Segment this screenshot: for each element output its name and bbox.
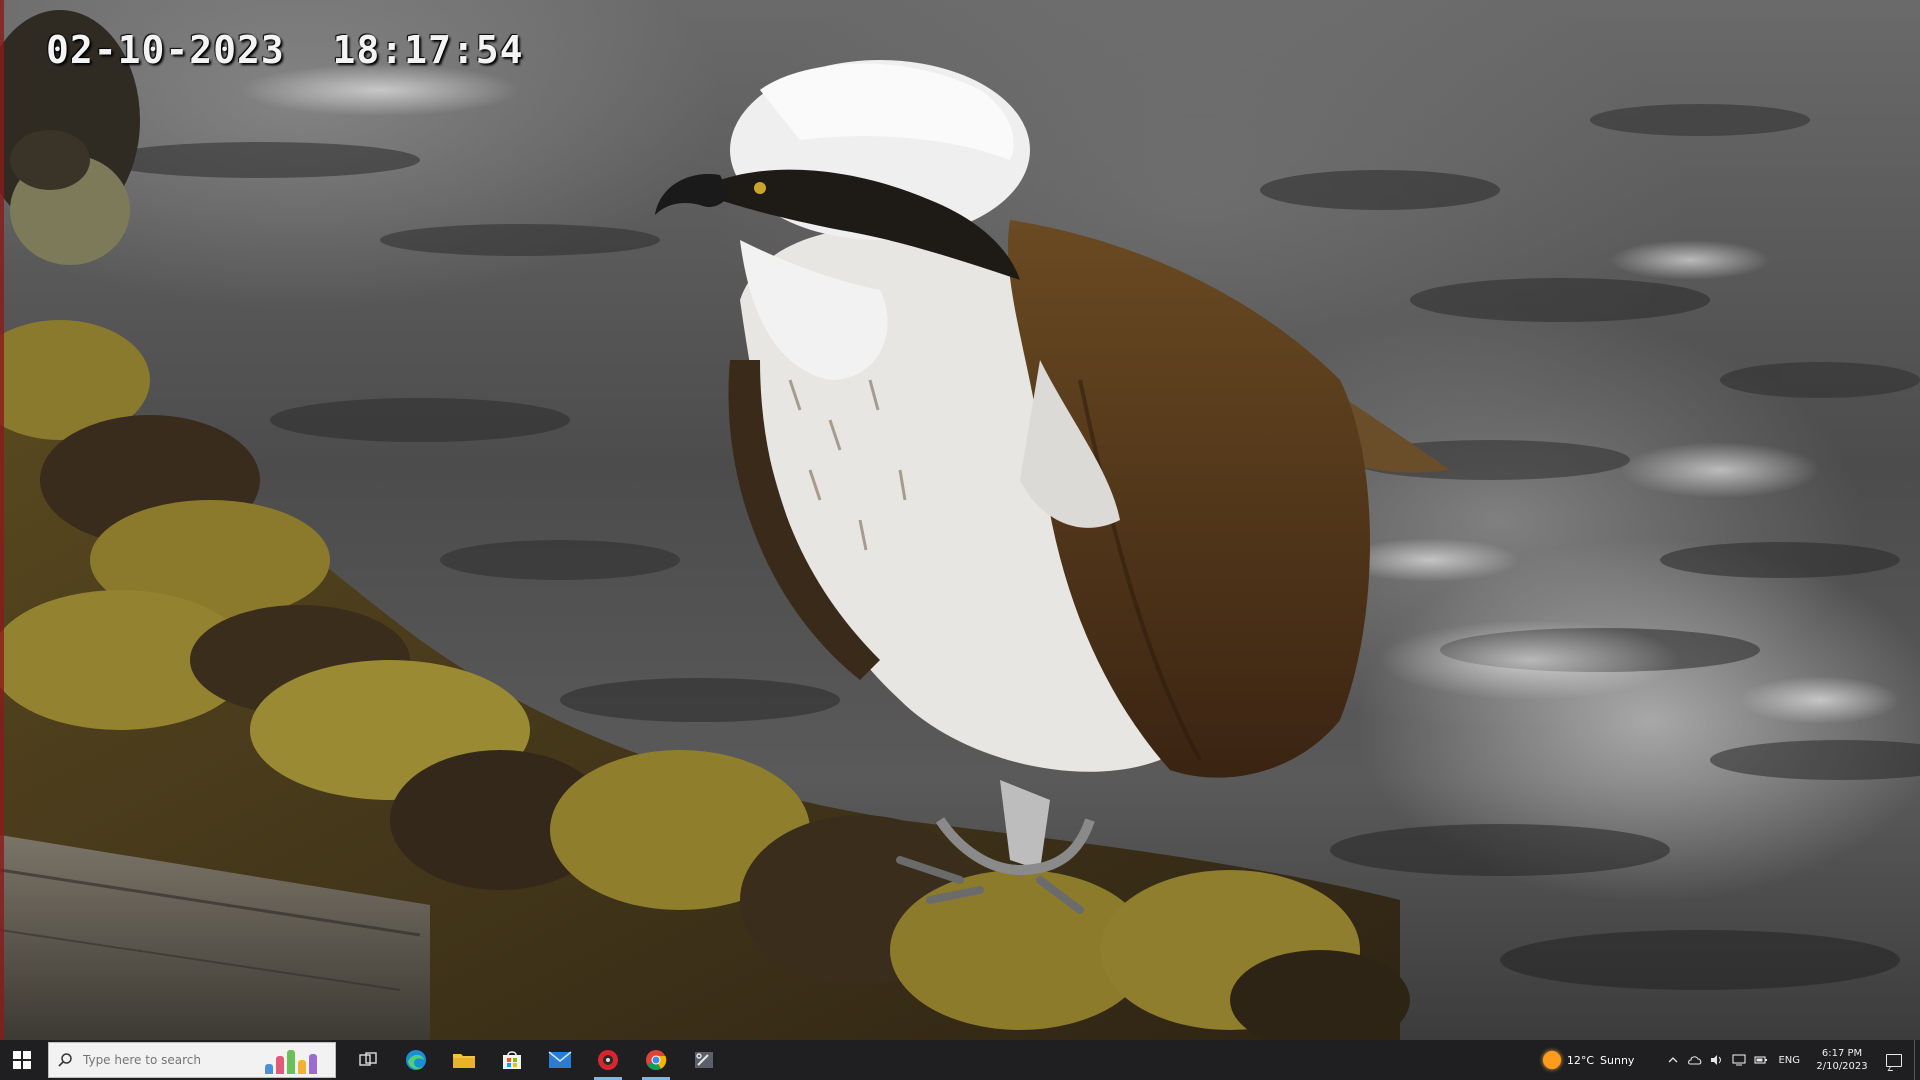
taskbar-search-box[interactable] [48,1042,336,1078]
snipping-tool-button[interactable] [680,1040,728,1080]
microsoft-store-button[interactable] [488,1040,536,1080]
sun-icon [1542,1051,1561,1069]
network-icon[interactable] [1728,1040,1750,1080]
notification-center-button[interactable] [1874,1040,1914,1080]
mail-button[interactable] [536,1040,584,1080]
mail-icon [548,1051,572,1068]
weather-condition: Sunny [1600,1053,1635,1067]
feed-left-border [0,0,4,1040]
file-explorer-button[interactable] [440,1040,488,1080]
show-desktop-button[interactable] [1914,1040,1920,1080]
chrome-button[interactable] [632,1040,680,1080]
chevron-up-icon[interactable] [1662,1040,1684,1080]
search-input[interactable] [81,1052,265,1068]
weather-temperature: 12°C [1566,1053,1595,1067]
red-circle-app-icon [598,1050,618,1070]
folder-icon [453,1054,475,1068]
edge-icon [406,1050,426,1070]
system-tray: 12°C Sunny ENG 6:17 PM 2/10/2023 [1542,1040,1920,1080]
onedrive-icon[interactable] [1684,1040,1706,1080]
weather-widget[interactable]: 12°C Sunny [1542,1051,1635,1069]
camera-timestamp: 02-10-2023 18:17:54 [46,28,524,72]
search-highlight-icon [265,1046,327,1074]
video-feed[interactable]: 02-10-2023 18:17:54 [0,0,1920,1040]
taskbar: 12°C Sunny ENG 6:17 PM 2/10/2023 [0,1040,1920,1080]
edge-button[interactable] [392,1040,440,1080]
clock-date: 2/10/2023 [1816,1061,1868,1072]
taskbar-clock[interactable]: 6:17 PM 2/10/2023 [1810,1047,1874,1073]
notification-icon [1886,1053,1902,1067]
red-app-button[interactable] [584,1040,632,1080]
store-icon [503,1051,521,1069]
battery-icon[interactable] [1750,1040,1772,1080]
volume-icon[interactable] [1706,1040,1728,1080]
feed-scene [0,10,1920,1040]
taskbar-apps [344,1040,728,1080]
chrome-icon [646,1050,667,1071]
windows-logo-icon [13,1051,31,1069]
language-indicator[interactable]: ENG [1778,1055,1800,1066]
desktop-screen: 02-10-2023 18:17:54 Type here to search … [0,0,1920,1080]
task-view-button[interactable] [344,1040,392,1080]
snipping-tool-icon [695,1052,713,1068]
task-view-icon [359,1052,377,1066]
clock-time: 6:17 PM [1821,1048,1863,1059]
start-button[interactable] [0,1040,44,1080]
search-icon [58,1053,72,1067]
